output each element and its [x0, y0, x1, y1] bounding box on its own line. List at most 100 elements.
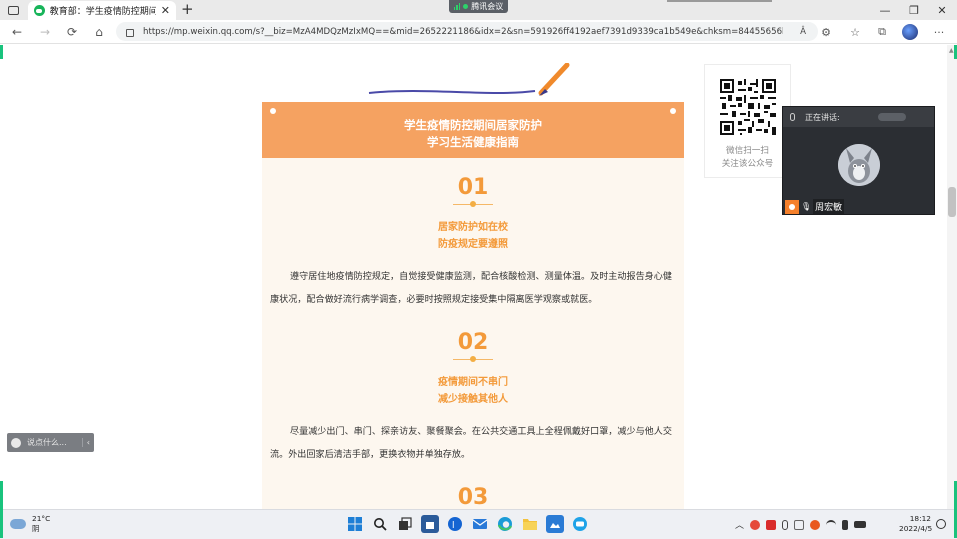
temperature: 21°C — [32, 514, 51, 523]
window-close-button[interactable]: ✕ — [927, 0, 957, 20]
meeting-pill-label: 腾讯会议 — [471, 2, 504, 11]
collections-icon[interactable]: ⧉ — [874, 24, 890, 40]
taskbar-apps: l — [346, 515, 589, 533]
section-divider — [453, 355, 493, 363]
comment-placeholder: 说点什么... — [27, 438, 67, 447]
section-subtitle: 减少接触其他人 — [438, 394, 508, 405]
collapse-chevron-icon[interactable]: ‹ — [81, 438, 90, 447]
qr-code-card: 微信扫一扫 关注该公众号 — [704, 64, 791, 178]
meeting-floating-window[interactable]: 正在讲话: 🎙 周宏敏 — [782, 106, 935, 215]
lock-icon — [126, 28, 134, 37]
tencent-meeting-indicator[interactable]: 腾讯会议 — [449, 0, 508, 13]
signal-icon — [453, 3, 461, 10]
comment-input-pill[interactable]: 说点什么... ‹ — [7, 433, 94, 452]
web-page: 学生疫情防控期间居家防护 学习生活健康指南 01 居家防护如在校 防疫规定要遵照… — [0, 45, 957, 509]
clock-date: 2022/4/5 — [899, 524, 933, 533]
microphone-tray-icon[interactable] — [782, 519, 789, 530]
screen-share-frame — [0, 508, 3, 538]
tray-app-icon[interactable] — [750, 519, 761, 530]
profile-avatar[interactable] — [902, 24, 918, 40]
section-number: 03 — [457, 485, 489, 509]
tab-close-icon[interactable]: ✕ — [161, 4, 170, 17]
screen-share-frame — [0, 45, 3, 59]
restore-button[interactable]: ❐ — [899, 0, 929, 20]
banner-title-line1: 学生疫情防控期间居家防护 — [404, 118, 542, 132]
article-banner: 学生疫情防控期间居家防护 学习生活健康指南 — [262, 102, 684, 158]
section-subtitle: 疫情期间不串门 — [438, 377, 508, 388]
browser-tab-active[interactable]: 教育部：学生疫情防控期间学习 ✕ — [28, 1, 176, 20]
screen-share-frame — [0, 481, 3, 509]
tracking-prevention-icon[interactable]: ⚙ — [818, 24, 834, 40]
task-view-icon[interactable] — [396, 515, 414, 533]
favorites-icon[interactable]: ☆ — [847, 24, 863, 40]
wps-icon[interactable] — [766, 519, 777, 530]
pen-decoration-icon — [368, 63, 570, 96]
system-tray: ︿ — [735, 518, 867, 531]
section-paragraph: 遵守居住地疫情防控规定，自觉接受健康监测，配合核酸检测、测量体温。及时主动报告身… — [270, 272, 672, 305]
read-aloud-icon[interactable]: Â — [800, 27, 806, 37]
meeting-window-header[interactable]: 正在讲话: — [783, 107, 934, 127]
tab-actions-icon[interactable] — [4, 2, 22, 18]
tray-app-icon[interactable] — [810, 519, 821, 530]
banner-dot — [270, 108, 276, 114]
more-options-icon[interactable]: ··· — [931, 24, 947, 40]
svg-text:l: l — [452, 521, 455, 531]
edge-icon[interactable] — [496, 515, 514, 533]
teams-icon[interactable]: l — [446, 515, 464, 533]
scrollbar-thumb[interactable] — [948, 187, 956, 217]
volume-icon[interactable] — [842, 519, 849, 530]
participant-name: 周宏敏 — [813, 199, 845, 214]
tencent-meeting-app-icon[interactable] — [571, 515, 589, 533]
system-clock[interactable]: 18:12 2022/4/5 — [899, 514, 933, 534]
host-badge-icon — [785, 199, 799, 214]
weather-condition: 阴 — [32, 524, 40, 533]
store-icon[interactable] — [421, 515, 439, 533]
recording-dot-icon — [463, 4, 469, 9]
section-paragraph: 尽量减少出门、串门、探亲访友、聚餐聚会。在公共交通工具上全程佩戴好口罩，减少与他… — [270, 427, 672, 460]
refresh-icon[interactable]: ⟳ — [63, 23, 81, 41]
drag-handle[interactable] — [667, 0, 772, 2]
section-number: 02 — [457, 330, 489, 355]
participant-name-tag: 🎙 周宏敏 — [785, 199, 845, 214]
windows-taskbar: 21°C 阴 l ︿ 18:12 2022/4/5 — [0, 508, 957, 539]
qr-caption-line2: 关注该公众号 — [721, 159, 774, 169]
participant-avatar — [838, 144, 880, 186]
mic-small-icon: 🎙 — [801, 202, 812, 211]
tray-overflow-chevron-icon[interactable]: ︿ — [735, 518, 744, 531]
section-subtitle: 居家防护如在校 — [438, 222, 508, 233]
url-text: https://mp.weixin.qq.com/s?__biz=MzA4MDQ… — [143, 26, 783, 37]
back-arrow-icon[interactable]: ← — [8, 23, 26, 41]
search-icon[interactable] — [371, 515, 389, 533]
home-icon[interactable]: ⌂ — [90, 23, 108, 41]
wechat-icon — [34, 5, 45, 16]
microphone-icon — [790, 113, 795, 121]
section-divider — [453, 200, 493, 208]
forward-arrow-icon[interactable]: → — [36, 23, 54, 41]
mail-icon[interactable] — [471, 515, 489, 533]
start-icon[interactable] — [346, 515, 364, 533]
emoji-icon[interactable] — [11, 437, 21, 448]
weather-widget[interactable]: 21°C 阴 — [10, 514, 50, 534]
section-subtitle: 防疫规定要遵照 — [438, 239, 508, 250]
address-toolbar: ← → ⟳ ⌂ https://mp.weixin.qq.com/s?__biz… — [0, 20, 957, 44]
file-explorer-icon[interactable] — [521, 515, 539, 533]
qr-code-icon — [720, 79, 776, 135]
cartoon-avatar-icon — [838, 144, 880, 186]
wifi-icon[interactable] — [826, 519, 837, 530]
scroll-up-arrow-icon[interactable]: ▲ — [949, 47, 954, 54]
input-method-icon[interactable] — [794, 519, 805, 530]
browser-tab-bar: 教育部：学生疫情防控期间学习 ✕ + 腾讯会议 — ❐ ✕ — [0, 0, 957, 20]
scrollbar-track[interactable] — [947, 45, 957, 509]
banner-dot — [670, 108, 676, 114]
tab-title: 教育部：学生疫情防控期间学习 — [49, 7, 156, 17]
article-body: 学生疫情防控期间居家防护 学习生活健康指南 01 居家防护如在校 防疫规定要遵照… — [262, 102, 684, 509]
section-number: 01 — [457, 175, 489, 200]
cloud-icon — [10, 519, 26, 529]
speaker-name-blurred — [878, 113, 906, 121]
new-tab-button[interactable]: + — [181, 1, 194, 18]
minimize-button[interactable]: — — [870, 0, 900, 20]
address-bar[interactable]: https://mp.weixin.qq.com/s?__biz=MzA4MDQ… — [116, 22, 818, 41]
notification-icon[interactable] — [936, 519, 946, 529]
photos-icon[interactable] — [546, 515, 564, 533]
battery-icon[interactable] — [854, 521, 867, 528]
